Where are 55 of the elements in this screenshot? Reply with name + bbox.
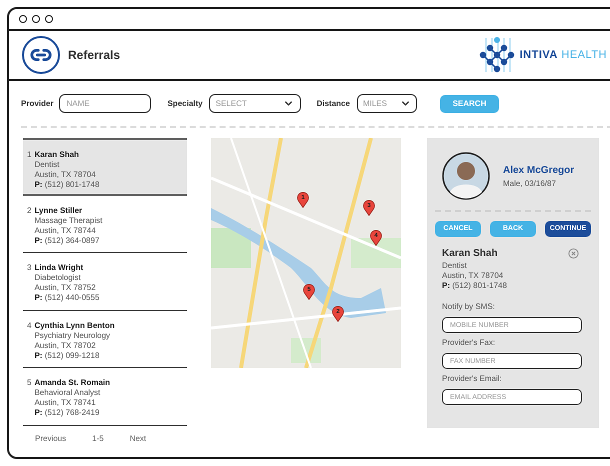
list-index: 2 <box>27 206 32 217</box>
referral-specialty: Dentist <box>442 261 468 271</box>
list-index: 4 <box>27 320 32 332</box>
filter-label: Provider <box>21 98 54 110</box>
provider-name: Cynthia Lynn Benton <box>34 320 115 331</box>
provider-list-item[interactable]: 5 Amanda St. Romain Behavioral Analyst Austin, TX 78741 P: (512) 768-2419 <box>23 368 187 426</box>
referral-name: Karan Shah <box>442 247 498 261</box>
next-link[interactable]: Next <box>130 432 146 445</box>
provider-phone: P: (512) 099-1218 <box>34 350 100 361</box>
field-label: Provider's Email: <box>442 373 503 385</box>
filter-label: Distance <box>316 98 350 110</box>
provider-address: Austin, TX 78702 <box>34 340 97 351</box>
filter-label: Specialty <box>167 98 203 110</box>
avatar-icon <box>442 152 490 200</box>
previous-link[interactable]: Previous <box>35 432 66 445</box>
provider-name: Lynne Stiller <box>34 206 84 216</box>
provider-name: Linda Wright <box>34 263 84 274</box>
name-field[interactable]: NAME <box>59 94 152 113</box>
provider-specialty: Psychiatry Neurology <box>34 330 112 341</box>
field-label: Notify by SMS: <box>442 301 496 313</box>
provider-list-item[interactable]: 1 Karan Shah Dentist Austin, TX 78704 P: (512) 801-1748 <box>23 138 187 196</box>
page-title: Referrals <box>68 47 120 64</box>
referral-address: Austin, TX 78704 <box>442 271 504 281</box>
provider-phone: P: (512) 768-2419 <box>34 408 100 418</box>
patient-details: Male, 03/16/87 <box>503 178 557 190</box>
provider-address: Austin, TX 78744 <box>34 226 97 236</box>
provider-list-item[interactable]: 4 Cynthia Lynn Benton Psychiatry Neurology Austin, TX 78702 P: (512) 099-1218 <box>23 310 187 368</box>
link-icon <box>22 36 60 74</box>
provider-specialty: Dentist <box>34 160 60 170</box>
distance-dropdown[interactable]: MILES <box>356 94 417 113</box>
provider-specialty: Massage Therapist <box>34 216 102 226</box>
list-index: 5 <box>27 378 32 390</box>
provider-list-item[interactable]: 2 Lynne Stiller Massage Therapist Austin, TX 78744 P: (512) 364-0897 <box>23 196 187 254</box>
remove-icon[interactable] <box>568 248 579 259</box>
provider-phone: P: (512) 801-1748 <box>34 180 100 190</box>
provider-address: Austin, TX 78741 <box>34 398 97 408</box>
provider-address: Austin, TX 78704 <box>34 170 97 180</box>
logo-text: INTIVA HEALTH <box>520 48 607 63</box>
list-index: 1 <box>27 150 32 161</box>
search-button[interactable]: SEARCH <box>440 94 499 112</box>
provider-specialty: Behavioral Analyst <box>34 388 102 398</box>
provider-phone: P: (512) 364-0897 <box>34 236 100 246</box>
provider-phone: P: (512) 440-0555 <box>34 293 100 304</box>
referral-phone: P: (512) 801-1748 <box>442 281 508 291</box>
provider-name: Amanda St. Romain <box>34 378 110 388</box>
page-range: 1-5 <box>92 432 104 445</box>
provider-list-item[interactable]: 3 Linda Wright Diabetologist Austin, TX 78752 P: (512) 440-0555 <box>23 253 187 311</box>
field-label: Provider's Fax: <box>442 337 496 349</box>
provider-address: Austin, TX 78752 <box>34 283 97 294</box>
patient-name: Alex McGregor <box>503 164 574 178</box>
provider-specialty: Diabetologist <box>34 273 82 284</box>
provider-name: Karan Shah <box>34 150 80 160</box>
list-index: 3 <box>27 263 32 274</box>
specialty-dropdown[interactable]: SELECT <box>208 94 301 113</box>
logo-icon <box>478 36 516 74</box>
